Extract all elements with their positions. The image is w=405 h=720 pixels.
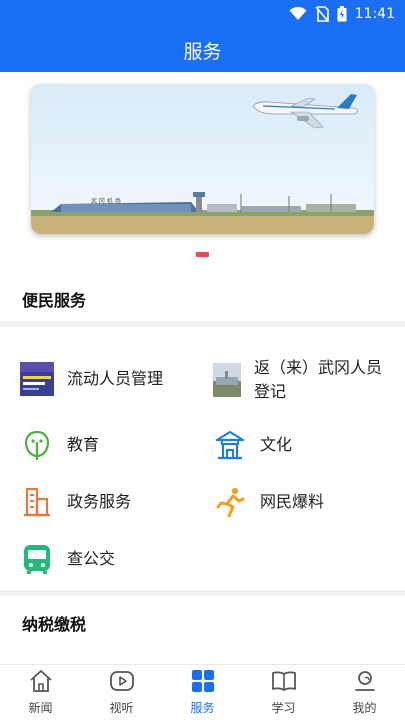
section-divider [0, 321, 405, 327]
no-sim-icon [315, 6, 329, 22]
tab-service[interactable]: 服务 [162, 665, 243, 720]
bus-icon [20, 542, 54, 576]
bottom-tab-bar: 新闻 视听 服务 学习 我的 [0, 664, 405, 720]
service-label: 流动人员管理 [67, 369, 164, 388]
registration-icon [213, 363, 241, 397]
service-label: 网民爆料 [260, 492, 325, 511]
carousel-indicator[interactable] [196, 252, 209, 257]
tab-label: 服务 [190, 701, 215, 715]
service-label: 教育 [67, 435, 100, 454]
service-culture[interactable]: 文化 [213, 428, 292, 462]
service-label: 文化 [260, 435, 293, 454]
tab-profile[interactable]: 我的 [324, 665, 405, 720]
tab-video[interactable]: 视听 [81, 665, 162, 720]
battery-icon [337, 6, 347, 22]
profile-icon [352, 669, 378, 697]
svg-text:武 冈 机 场: 武 冈 机 场 [91, 197, 121, 205]
section-title-tax: 纳税缴税 [22, 615, 87, 634]
video-icon [109, 669, 135, 697]
government-service-icon [20, 485, 54, 519]
status-bar: 11:41 [0, 0, 405, 28]
service-label: 返（来）武冈人员登记 [254, 358, 383, 401]
service-report[interactable]: 网民爆料 [213, 485, 324, 519]
service-bus[interactable]: 查公交 [20, 542, 115, 576]
tab-label: 视听 [109, 701, 134, 715]
service-education[interactable]: 教育 [20, 428, 99, 462]
tab-label: 新闻 [28, 701, 53, 715]
wifi-icon [289, 7, 307, 21]
service-label: 查公交 [67, 549, 116, 568]
tab-label: 学习 [271, 701, 296, 715]
banner-carousel[interactable]: 武 冈 机 场 [31, 84, 374, 234]
section-divider [0, 590, 405, 596]
service-government[interactable]: 政务服务 [20, 485, 131, 519]
airport-banner-image: 武 冈 机 场 [31, 84, 374, 234]
tab-label: 我的 [352, 701, 377, 715]
clock-text: 11:41 [354, 6, 395, 22]
section-title-convenience: 便民服务 [22, 291, 87, 310]
service-floating-population[interactable]: 流动人员管理 [20, 362, 163, 396]
service-registration[interactable]: 返（来）武冈人员登记 [213, 356, 398, 404]
tab-news[interactable]: 新闻 [0, 665, 81, 720]
service-label: 政务服务 [67, 492, 132, 511]
education-icon [20, 428, 54, 462]
page-title: 服务 [183, 40, 222, 63]
home-icon [28, 669, 54, 697]
floating-population-icon [20, 362, 54, 396]
app-bar: 服务 [0, 28, 405, 72]
grid-icon [190, 669, 216, 697]
book-icon [271, 669, 297, 697]
report-icon [213, 485, 247, 519]
culture-icon [213, 428, 247, 462]
tab-study[interactable]: 学习 [243, 665, 324, 720]
